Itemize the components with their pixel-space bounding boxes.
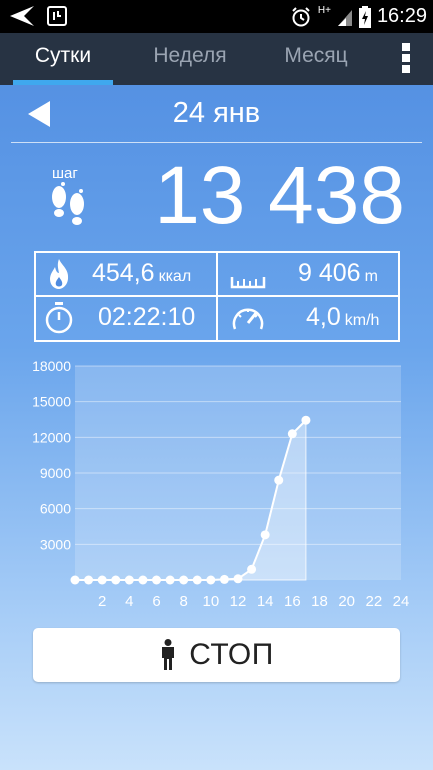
chart-data-point: [138, 575, 148, 585]
chart-xtick-label: 24: [393, 593, 410, 610]
tab-week[interactable]: Неделя: [140, 33, 240, 85]
chart-xtick-label: 22: [365, 593, 382, 610]
person-icon: [162, 639, 175, 670]
duration-cell: 02:22:10: [36, 297, 216, 339]
steps-chart: 3000 6000 9000 12000 15000 18000 2 4 6 8 10 12 14 16 1…: [0, 355, 433, 620]
chart-xtick-label: 14: [257, 593, 274, 610]
tab-month[interactable]: Месяц: [275, 33, 357, 85]
chart-data-point: [192, 575, 202, 585]
footprints-icon: [52, 182, 84, 225]
clock: 16:29: [376, 5, 427, 27]
status-bar: H+ 16:29: [0, 0, 433, 33]
duration-value: 02:22:10: [98, 303, 196, 331]
distance-unit: m: [364, 268, 378, 285]
chart-data-point: [287, 429, 297, 439]
chart-data-point: [70, 575, 80, 585]
chart-data-point: [247, 564, 257, 574]
alarm-icon: [292, 6, 310, 26]
calories-value: 454,6: [92, 259, 155, 287]
calories-cell: 454,6 ккал: [36, 253, 216, 295]
chart-xtick-label: 18: [311, 593, 328, 610]
tab-day[interactable]: Сутки: [13, 33, 113, 85]
chart-data-point: [97, 575, 107, 585]
chart-xtick-label: 2: [98, 593, 106, 610]
chart-data-point: [152, 575, 161, 585]
chart-data-point: [233, 574, 243, 584]
speedometer-icon: [232, 308, 264, 330]
calories-value-group: 454,6 ккал: [92, 259, 191, 288]
chart-data-point: [124, 575, 134, 585]
stats-grid: 454,6 ккал 9 406 m 02:22:10 4,0 km/h: [34, 251, 400, 342]
chart-ytick-label: 3000: [40, 536, 71, 552]
stop-button-label: СТОП: [189, 638, 274, 671]
stop-button[interactable]: СТОП: [33, 628, 400, 682]
chart-xtick-label: 8: [179, 593, 187, 610]
chart-ytick-label: 6000: [40, 501, 71, 517]
chart-data-point: [179, 575, 189, 585]
back-arrow-icon[interactable]: [8, 4, 36, 28]
chart-data-point: [165, 575, 175, 585]
distance-value-group: 9 406 m: [298, 259, 378, 288]
chart-data-point: [260, 530, 270, 540]
overflow-menu-icon[interactable]: [398, 41, 414, 77]
ruler-icon: [230, 277, 266, 289]
current-date: 24 янв: [172, 97, 261, 129]
signal-icon: [337, 9, 352, 26]
chart-data-point: [111, 575, 121, 585]
speed-value: 4,0: [306, 303, 341, 331]
chart-xtick-label: 20: [338, 593, 355, 610]
chart-data-point: [219, 574, 229, 584]
speed-unit: km/h: [344, 312, 380, 329]
chart-data-point: [84, 575, 94, 585]
battery-charging-icon: [358, 5, 371, 28]
stopwatch-icon: [45, 302, 73, 334]
date-navigation: 24 янв: [11, 85, 422, 143]
chart-ytick-label: 9000: [40, 465, 71, 481]
chart-xtick-label: 10: [202, 593, 219, 610]
chart-ytick-label: 15000: [32, 394, 71, 410]
chart-data-point: [274, 475, 284, 485]
calories-unit: ккал: [158, 268, 192, 285]
speed-cell: 4,0 km/h: [218, 297, 398, 339]
distance-cell: 9 406 m: [218, 253, 398, 295]
chart-data-point: [206, 575, 216, 585]
chart-svg: 3000600090001200015000180002 4 6 8 10 12 14 16 1…: [32, 358, 410, 610]
chart-xtick-label: 6: [152, 593, 160, 610]
network-type: H+: [317, 5, 331, 16]
chart-ytick-label: 12000: [32, 429, 71, 445]
flame-icon: [50, 259, 69, 289]
chart-xtick-label: 4: [125, 593, 133, 610]
chart-xtick-label: 16: [284, 593, 301, 610]
step-count: 13 438: [154, 150, 405, 241]
chart-xtick-label: 12: [230, 593, 247, 610]
distance-value: 9 406: [298, 259, 361, 287]
chart-ytick-label: 18000: [32, 358, 71, 374]
tab-bar: Сутки Неделя Месяц: [0, 33, 433, 85]
speed-value-group: 4,0 km/h: [306, 303, 379, 332]
notification-icon: [47, 6, 67, 26]
chart-data-point: [301, 415, 311, 425]
